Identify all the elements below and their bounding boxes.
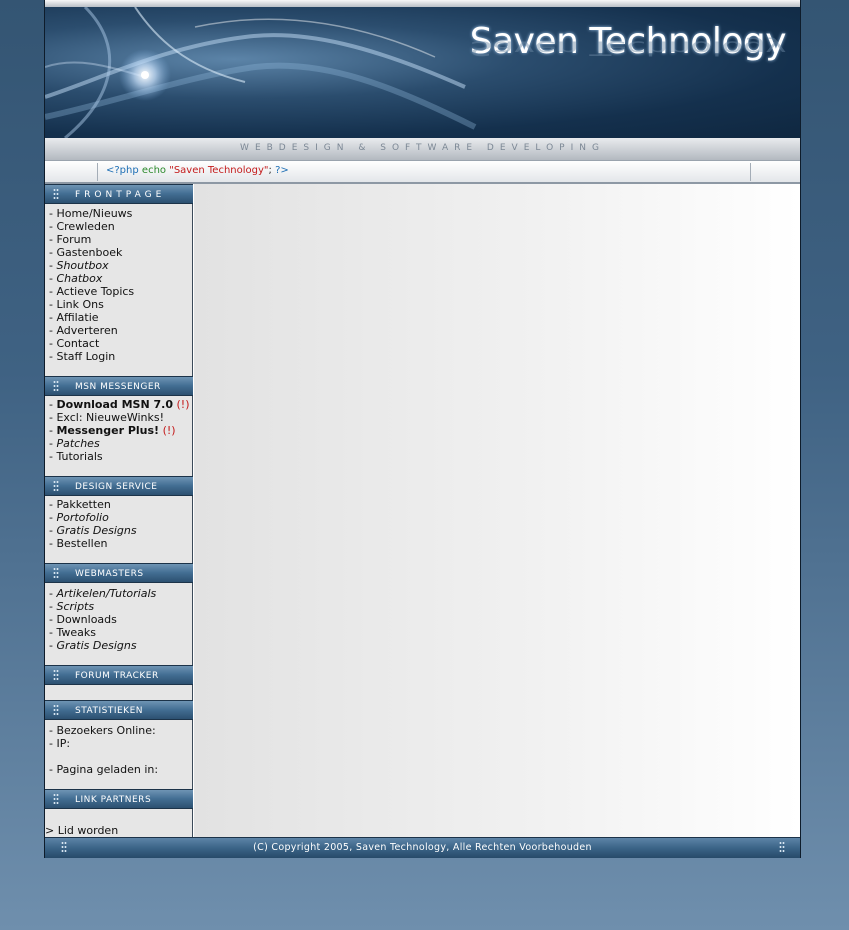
section-title: FORUM TRACKER bbox=[75, 671, 159, 681]
sidebar: FRONTPAGE - Home/Nieuws - Crewleden - Fo… bbox=[45, 184, 193, 837]
sidebar-item-artikelen[interactable]: - Artikelen/Tutorials bbox=[49, 587, 156, 600]
section-header-design: DESIGN SERVICE bbox=[45, 476, 193, 496]
stat-load-time: - Pagina geladen in: bbox=[49, 763, 159, 776]
page-container: Saven Technology Saven Technology WEBDES… bbox=[44, 0, 801, 858]
stats-info: - Bezoekers Online: - IP: - Pagina gelad… bbox=[49, 724, 158, 776]
sidebar-item-crewleden[interactable]: - Crewleden bbox=[49, 220, 134, 233]
sidebar-item-downloads[interactable]: - Downloads bbox=[49, 613, 156, 626]
copyright-text: (C) Copyright 2005, Saven Technology, Al… bbox=[253, 842, 592, 853]
grip-icon bbox=[53, 188, 59, 201]
sidebar-item-bestellen[interactable]: - Bestellen bbox=[49, 537, 137, 550]
site-title-reflection: Saven Technology bbox=[469, 36, 786, 59]
grip-icon bbox=[53, 480, 59, 493]
warning-mark: (!) bbox=[162, 424, 176, 437]
section-title: FRONTPAGE bbox=[75, 190, 166, 200]
code-bar-divider bbox=[97, 163, 98, 181]
stat-ip: - IP: bbox=[49, 737, 71, 750]
section-title: LINK PARTNERS bbox=[75, 795, 152, 805]
section-title: MSN MESSENGER bbox=[75, 382, 161, 392]
sidebar-item-pakketten[interactable]: - Pakketten bbox=[49, 498, 137, 511]
grip-icon bbox=[53, 380, 59, 393]
sidebar-item-tweaks[interactable]: - Tweaks bbox=[49, 626, 156, 639]
code-bar-divider bbox=[750, 163, 751, 181]
sidebar-item-tutorials[interactable]: - Tutorials bbox=[49, 450, 190, 463]
sidebar-item-nieuwe-winks[interactable]: - Excl: NieuweWinks! bbox=[49, 411, 190, 424]
section-header-stats: STATISTIEKEN bbox=[45, 700, 193, 720]
sidebar-item-messenger-plus[interactable]: - Messenger Plus! (!) bbox=[49, 424, 190, 437]
section-header-webmasters: WEBMASTERS bbox=[45, 563, 193, 583]
sidebar-item-patches[interactable]: - Patches bbox=[49, 437, 190, 450]
code-bar: <?php echo "Saven Technology"; ?> bbox=[45, 161, 800, 184]
grip-icon bbox=[53, 793, 59, 806]
grip-icon bbox=[53, 704, 59, 717]
grip-icon bbox=[53, 669, 59, 682]
grip-icon bbox=[779, 841, 785, 854]
top-strip bbox=[45, 0, 800, 7]
php-close-tag: ?> bbox=[275, 165, 289, 176]
sidebar-item-actieve-topics[interactable]: - Actieve Topics bbox=[49, 285, 134, 298]
sidebar-item-gastenboek[interactable]: - Gastenboek bbox=[49, 246, 134, 259]
sidebar-item-portofolio[interactable]: - Portofolio bbox=[49, 511, 137, 524]
section-header-msn: MSN MESSENGER bbox=[45, 376, 193, 396]
warning-mark: (!) bbox=[176, 398, 190, 411]
main-content bbox=[194, 184, 800, 837]
php-open-tag: <?php bbox=[106, 165, 139, 176]
frontpage-links: - Home/Nieuws - Crewleden - Forum - Gast… bbox=[49, 207, 134, 363]
sidebar-item-forum[interactable]: - Forum bbox=[49, 233, 134, 246]
sidebar-item-lid-worden[interactable]: > Lid worden bbox=[45, 824, 118, 837]
section-title: STATISTIEKEN bbox=[75, 706, 143, 716]
webmasters-links: - Artikelen/Tutorials - Scripts - Downlo… bbox=[49, 587, 156, 652]
sidebar-item-gratis-designs[interactable]: - Gratis Designs bbox=[49, 524, 137, 537]
sidebar-item-scripts[interactable]: - Scripts bbox=[49, 600, 156, 613]
sidebar-item-home[interactable]: - Home/Nieuws bbox=[49, 207, 134, 220]
msn-links: - Download MSN 7.0 (!) - Excl: NieuweWin… bbox=[49, 398, 190, 463]
php-string: "Saven Technology" bbox=[169, 165, 269, 176]
sidebar-item-download-msn[interactable]: - Download MSN 7.0 (!) bbox=[49, 398, 190, 411]
sidebar-item-contact[interactable]: - Contact bbox=[49, 337, 134, 350]
footer: (C) Copyright 2005, Saven Technology, Al… bbox=[45, 837, 800, 858]
tagline-bar: WEBDESIGN & SOFTWARE DEVELOPING bbox=[45, 138, 800, 161]
sidebar-item-staff-login[interactable]: - Staff Login bbox=[49, 350, 134, 363]
design-links: - Pakketten - Portofolio - Gratis Design… bbox=[49, 498, 137, 550]
sidebar-item-gratis-designs-2[interactable]: - Gratis Designs bbox=[49, 639, 156, 652]
sidebar-item-chatbox[interactable]: - Chatbox bbox=[49, 272, 134, 285]
php-semicolon: ; bbox=[268, 165, 272, 176]
sidebar-item-shoutbox[interactable]: - Shoutbox bbox=[49, 259, 134, 272]
tagline: WEBDESIGN & SOFTWARE DEVELOPING bbox=[240, 143, 605, 153]
section-title: WEBMASTERS bbox=[75, 569, 144, 579]
grip-icon bbox=[53, 567, 59, 580]
partners-links: > Lid worden bbox=[45, 824, 118, 837]
section-header-frontpage: FRONTPAGE bbox=[45, 184, 193, 204]
section-title: DESIGN SERVICE bbox=[75, 482, 158, 492]
php-echo: echo bbox=[141, 165, 167, 176]
php-code-line: <?php echo "Saven Technology"; ?> bbox=[106, 165, 289, 176]
sidebar-item-link-ons[interactable]: - Link Ons bbox=[49, 298, 134, 311]
header-banner: Saven Technology Saven Technology bbox=[45, 7, 800, 138]
sidebar-item-adverteren[interactable]: - Adverteren bbox=[49, 324, 134, 337]
section-header-forum-tracker: FORUM TRACKER bbox=[45, 665, 193, 685]
section-header-partners: LINK PARTNERS bbox=[45, 789, 193, 809]
stat-visitors: - Bezoekers Online: bbox=[49, 724, 156, 737]
sidebar-item-affilatie[interactable]: - Affilatie bbox=[49, 311, 134, 324]
